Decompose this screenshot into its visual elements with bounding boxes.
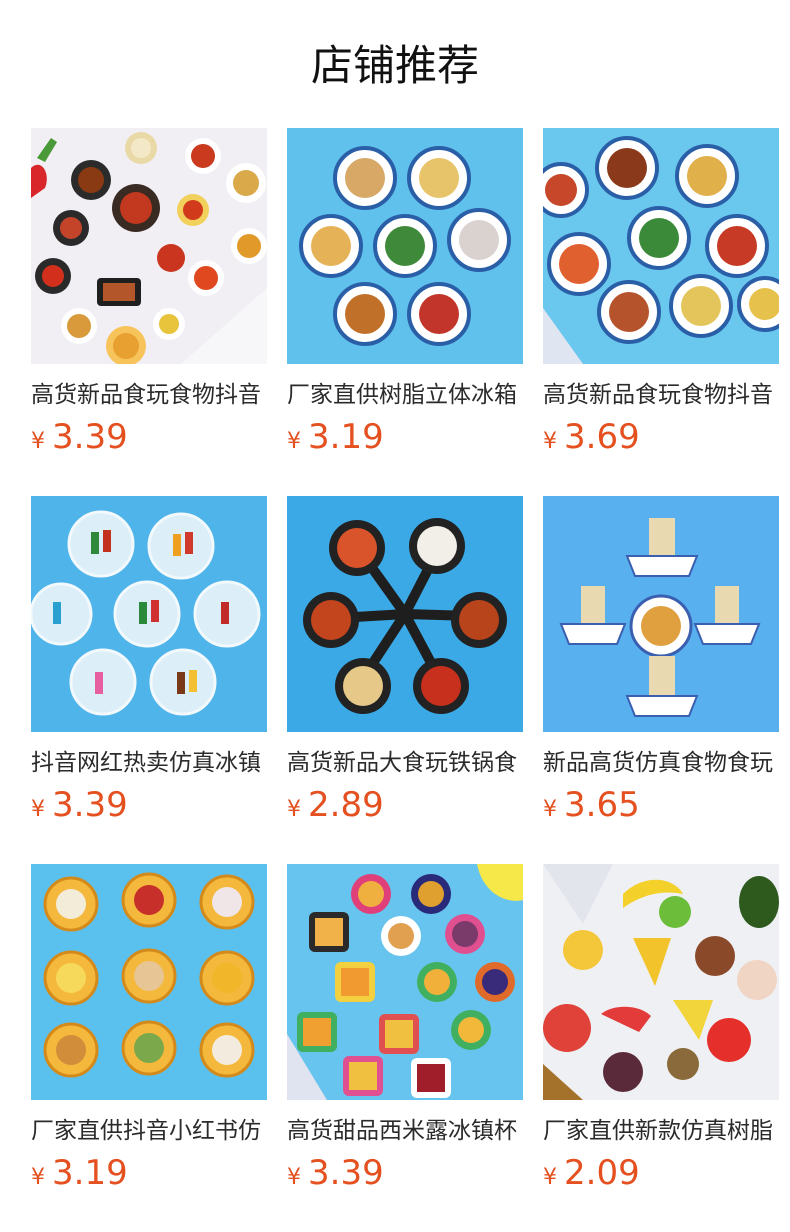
section-title: 店铺推荐 <box>310 41 479 90</box>
product-card[interactable]: 高货新品食玩食物抖音 ¥3.69 <box>543 128 779 457</box>
currency-symbol: ¥ <box>287 1165 301 1190</box>
product-price: ¥3.69 <box>543 415 640 459</box>
price-value: 3.65 <box>564 785 640 825</box>
product-image[interactable] <box>543 864 779 1100</box>
product-name[interactable]: 抖音网红热卖仿真冰镇 <box>31 746 267 780</box>
product-image[interactable] <box>31 128 267 364</box>
price-value: 3.19 <box>52 1153 128 1193</box>
plate-magnets-photo <box>287 128 523 364</box>
product-price: ¥3.19 <box>287 415 384 459</box>
product-image[interactable] <box>543 496 779 732</box>
product-card[interactable]: 高货甜品西米露冰镇杯 ¥3.39 <box>287 864 523 1193</box>
currency-symbol: ¥ <box>287 797 301 822</box>
product-card[interactable]: 新品高货仿真食物食玩 ¥3.65 <box>543 496 779 825</box>
product-card[interactable]: 厂家直供树脂立体冰箱 ¥3.19 <box>287 128 523 457</box>
product-image[interactable] <box>287 128 523 364</box>
product-name[interactable]: 高货新品食玩食物抖音 <box>31 378 267 412</box>
plate-magnets-photo <box>543 128 779 364</box>
price-value: 3.39 <box>52 417 128 457</box>
currency-symbol: ¥ <box>31 1165 45 1190</box>
product-name[interactable]: 厂家直供树脂立体冰箱 <box>287 378 523 412</box>
currency-symbol: ¥ <box>287 429 301 454</box>
product-price: ¥2.89 <box>287 783 384 827</box>
price-value: 3.69 <box>564 417 640 457</box>
product-card[interactable]: 厂家直供抖音小红书仿 ¥3.19 <box>31 864 267 1193</box>
product-image[interactable] <box>31 496 267 732</box>
product-price: ¥3.39 <box>287 1151 384 1195</box>
product-price: ¥3.65 <box>543 783 640 827</box>
product-name[interactable]: 高货甜品西米露冰镇杯 <box>287 1114 523 1148</box>
product-image[interactable] <box>287 864 523 1100</box>
price-value: 3.39 <box>308 1153 384 1193</box>
currency-symbol: ¥ <box>31 797 45 822</box>
product-image[interactable] <box>287 496 523 732</box>
product-price: ¥3.19 <box>31 1151 128 1195</box>
currency-symbol: ¥ <box>543 429 557 454</box>
ice-drinks-photo <box>31 496 267 732</box>
product-name[interactable]: 厂家直供抖音小红书仿 <box>31 1114 267 1148</box>
dessert-cups-photo <box>287 864 523 1100</box>
noodle-bowls-photo <box>543 496 779 732</box>
product-name[interactable]: 厂家直供新款仿真树脂 <box>543 1114 779 1148</box>
currency-symbol: ¥ <box>543 1165 557 1190</box>
product-card[interactable]: 抖音网红热卖仿真冰镇 ¥3.39 <box>31 496 267 825</box>
price-value: 3.19 <box>308 417 384 457</box>
product-name[interactable]: 高货新品食玩食物抖音 <box>543 378 779 412</box>
product-card[interactable]: 高货新品大食玩铁锅食 ¥2.89 <box>287 496 523 825</box>
price-value: 2.09 <box>564 1153 640 1193</box>
fruit-magnets-photo <box>543 864 779 1100</box>
product-price: ¥2.09 <box>543 1151 640 1195</box>
product-image[interactable] <box>31 864 267 1100</box>
price-value: 2.89 <box>308 785 384 825</box>
product-price: ¥3.39 <box>31 415 128 459</box>
product-image[interactable] <box>543 128 779 364</box>
product-grid: 高货新品食玩食物抖音 ¥3.39 厂家直供树脂立体冰箱 ¥3.19 高货新品食玩… <box>31 128 779 1232</box>
price-value: 3.39 <box>52 785 128 825</box>
product-card[interactable]: 厂家直供新款仿真树脂 ¥2.09 <box>543 864 779 1193</box>
product-price: ¥3.39 <box>31 783 128 827</box>
product-name[interactable]: 高货新品大食玩铁锅食 <box>287 746 523 780</box>
food-dishes-photo <box>31 128 267 364</box>
product-card[interactable]: 高货新品食玩食物抖音 ¥3.39 <box>31 128 267 457</box>
currency-symbol: ¥ <box>543 797 557 822</box>
product-name[interactable]: 新品高货仿真食物食玩 <box>543 746 779 780</box>
steamer-baskets-photo <box>31 864 267 1100</box>
currency-symbol: ¥ <box>31 429 45 454</box>
iron-pan-photo <box>287 496 523 732</box>
